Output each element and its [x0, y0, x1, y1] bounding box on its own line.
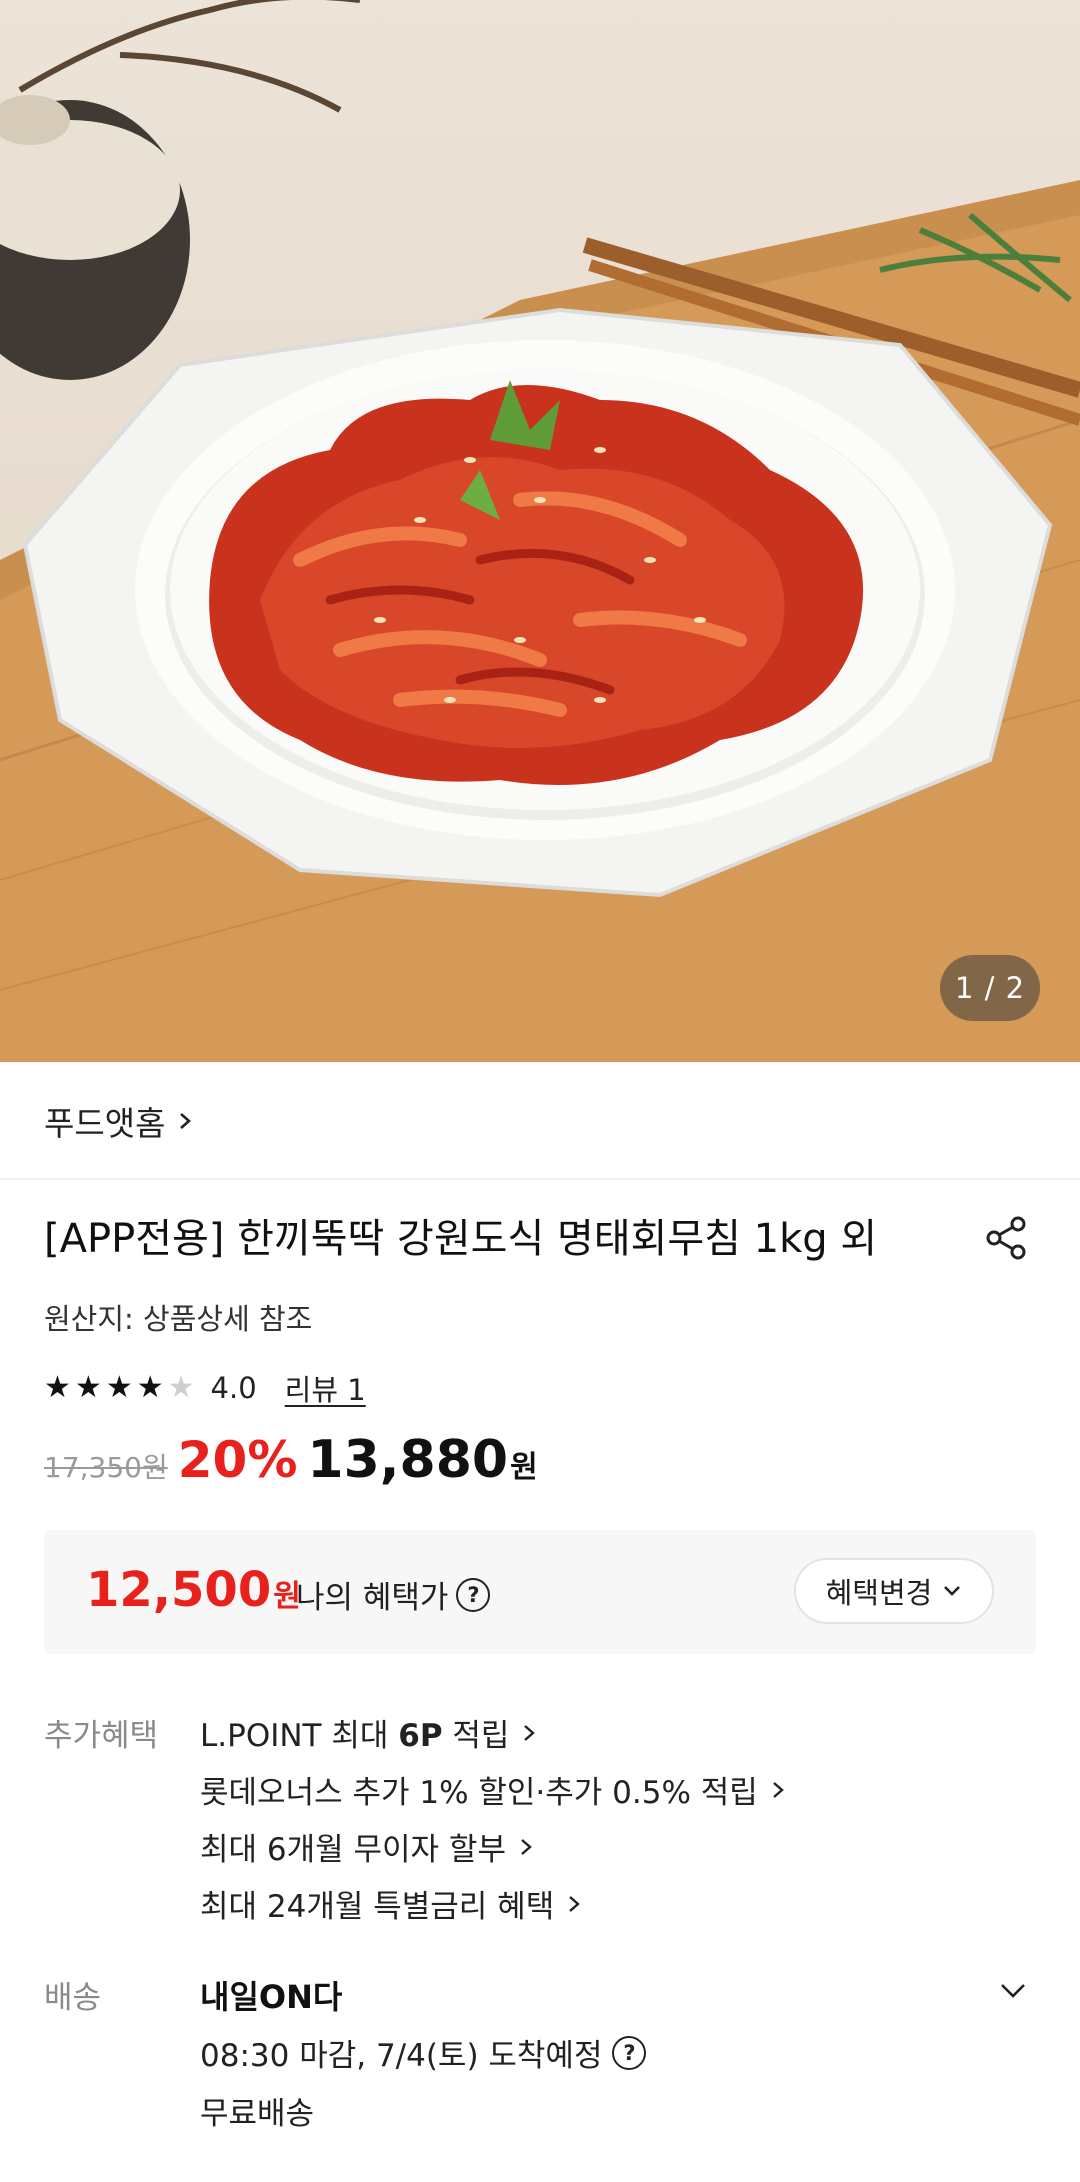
- extra-benefits-label: 추가혜택: [44, 1718, 159, 1754]
- share-icon: [986, 1216, 1026, 1260]
- currency-unit: 원: [510, 1450, 538, 1485]
- benefit-item-lotte-owners[interactable]: 롯데오너스 추가 1% 할인·추가 0.5% 적립: [200, 1767, 788, 1812]
- delivery-label: 배송: [44, 1980, 102, 2016]
- star-icon: ★: [136, 1370, 164, 1405]
- star-icon: ★: [105, 1370, 133, 1405]
- sale-price: 13,880: [307, 1430, 509, 1490]
- star-icon: ★: [74, 1370, 102, 1405]
- store-link[interactable]: 푸드앳홈: [44, 1096, 195, 1146]
- benefit-item-lpoint[interactable]: L.POINT 최대 6P 적립: [200, 1710, 539, 1755]
- benefit-item-text: 최대 6개월 무이자 할부: [200, 1832, 506, 1868]
- chevron-right-icon: [521, 1838, 532, 1855]
- delivery-title: 내일ON다: [200, 1978, 343, 2016]
- discount-rate: 20%: [177, 1431, 298, 1489]
- chevron-down-icon: [944, 1586, 961, 1596]
- delivery-schedule: 08:30 마감, 7/4(토) 도착예정 ?: [200, 2030, 647, 2075]
- benefit-price: 12,500 원: [86, 1562, 301, 1618]
- rating-value: 4.0: [210, 1371, 257, 1405]
- store-name: 푸드앳홈: [44, 1104, 166, 1143]
- change-benefit-label: 혜택변경: [825, 1576, 933, 1610]
- benefit-item-text: 롯데오너스 추가 1% 할인·추가 0.5% 적립: [200, 1775, 758, 1811]
- chevron-right-icon: [524, 1724, 536, 1741]
- chevron-right-icon: [773, 1781, 784, 1798]
- change-benefit-button[interactable]: 혜택변경: [794, 1558, 994, 1624]
- product-title: [APP전용] 한끼뚝딱 강원도식 명태회무침 1kg 외: [44, 1216, 878, 1262]
- share-button[interactable]: [980, 1212, 1032, 1264]
- section-divider: [0, 1178, 1080, 1180]
- benefit-price-box: 12,500 원 나의 혜택가 ? 혜택변경: [44, 1530, 1036, 1654]
- rating-row: ★ ★ ★ ★ ★ 4.0 리뷰 1: [44, 1368, 366, 1408]
- chevron-down-icon[interactable]: [998, 1976, 1028, 2006]
- benefit-label-text: 나의 혜택가: [296, 1580, 449, 1616]
- original-price: 17,350원: [44, 1451, 168, 1484]
- star-empty-icon: ★: [167, 1370, 195, 1405]
- product-photo: [0, 0, 1080, 1062]
- question-icon[interactable]: ?: [456, 1577, 491, 1612]
- delivery-fee: 무료배송: [200, 2096, 315, 2132]
- image-counter: 1 / 2: [940, 955, 1040, 1021]
- benefit-price-value: 12,500: [86, 1562, 272, 1618]
- benefit-item-installment[interactable]: 최대 6개월 무이자 할부: [200, 1824, 536, 1869]
- benefit-item-special-rate[interactable]: 최대 24개월 특별금리 혜택: [200, 1881, 584, 1926]
- benefit-item-text: L.POINT 최대 6P 적립: [200, 1718, 510, 1754]
- question-icon[interactable]: ?: [612, 2035, 647, 2070]
- benefit-item-text: 최대 24개월 특별금리 혜택: [200, 1889, 555, 1925]
- product-image-gallery[interactable]: 1 / 2: [0, 0, 1080, 1062]
- chevron-right-icon: [180, 1113, 192, 1129]
- origin-info: 원산지: 상품상세 참조: [44, 1302, 313, 1336]
- delivery-schedule-text: 08:30 마감, 7/4(토) 도착예정: [200, 2038, 603, 2074]
- price-row: 17,350원 20% 13,880 원: [44, 1430, 538, 1500]
- chevron-right-icon: [569, 1895, 581, 1912]
- benefit-label: 나의 혜택가 ?: [296, 1572, 491, 1617]
- star-icon: ★: [44, 1370, 71, 1405]
- review-link[interactable]: 리뷰 1: [285, 1367, 366, 1409]
